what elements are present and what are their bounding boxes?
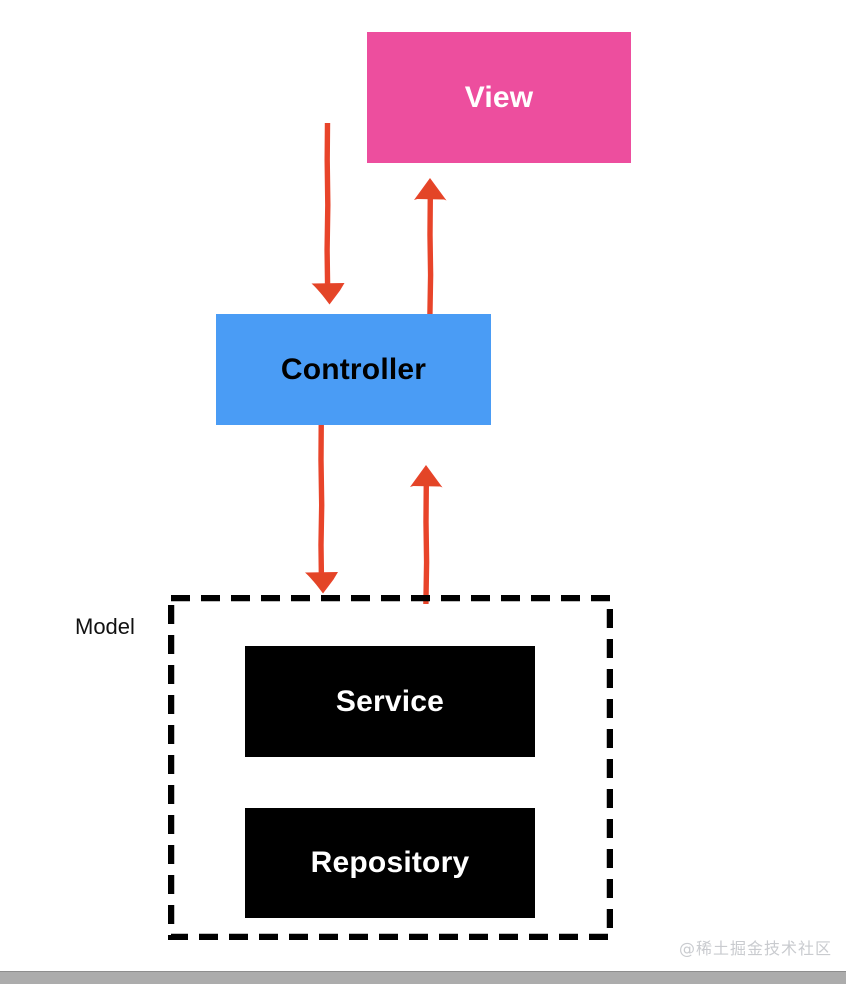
arrow-view-to-controller <box>311 122 345 305</box>
arrow-controller-to-view <box>414 178 447 317</box>
arrow-model-to-controller <box>410 465 443 605</box>
node-service-label: Service <box>335 684 445 718</box>
node-repository[interactable]: Repository <box>245 808 535 918</box>
arrow-controller-to-model <box>305 415 338 594</box>
diagram-canvas: View Controller Model Service Repository… <box>0 0 846 984</box>
group-model-label: Model <box>75 614 135 639</box>
node-controller[interactable]: Controller <box>216 314 491 425</box>
bottom-scrollbar-area[interactable] <box>0 971 846 984</box>
node-service[interactable]: Service <box>245 646 535 757</box>
node-view[interactable]: View <box>367 32 631 163</box>
node-view-label: View <box>464 80 534 114</box>
node-controller-label: Controller <box>280 352 427 386</box>
node-repository-label: Repository <box>310 846 470 879</box>
watermark-text: @稀土掘金技术社区 <box>678 939 832 958</box>
